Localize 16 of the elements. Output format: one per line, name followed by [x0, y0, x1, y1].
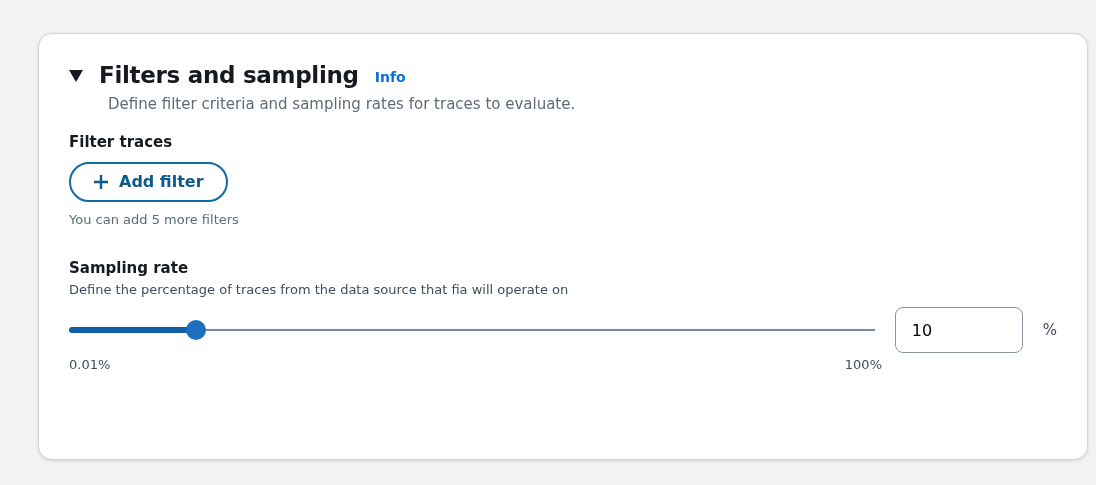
slider-min-label: 0.01% — [69, 356, 111, 374]
sampling-rate-input[interactable]: 10 — [894, 307, 1023, 353]
section-description: Define filter criteria and sampling rates for traces to evaluate. — [108, 93, 577, 115]
sampling-rate-label: Sampling rate — [69, 258, 190, 279]
slider-max-label: 100% — [844, 356, 882, 374]
percent-unit: % — [1042, 319, 1057, 341]
plus-icon — [93, 173, 109, 190]
filter-limit-hint: You can add 5 more filters — [69, 210, 240, 229]
collapse-caret-icon[interactable] — [69, 69, 83, 82]
add-filter-button[interactable]: Add filter — [69, 161, 228, 202]
sampling-rate-description: Define the percentage of traces from the data source that fia will operate on — [69, 280, 570, 299]
info-link[interactable]: Info — [374, 66, 406, 88]
filter-traces-label: Filter traces — [69, 132, 174, 153]
slider-thumb[interactable] — [185, 320, 206, 340]
section-title: Filters and sampling — [99, 61, 359, 90]
slider[interactable] — [69, 320, 875, 340]
